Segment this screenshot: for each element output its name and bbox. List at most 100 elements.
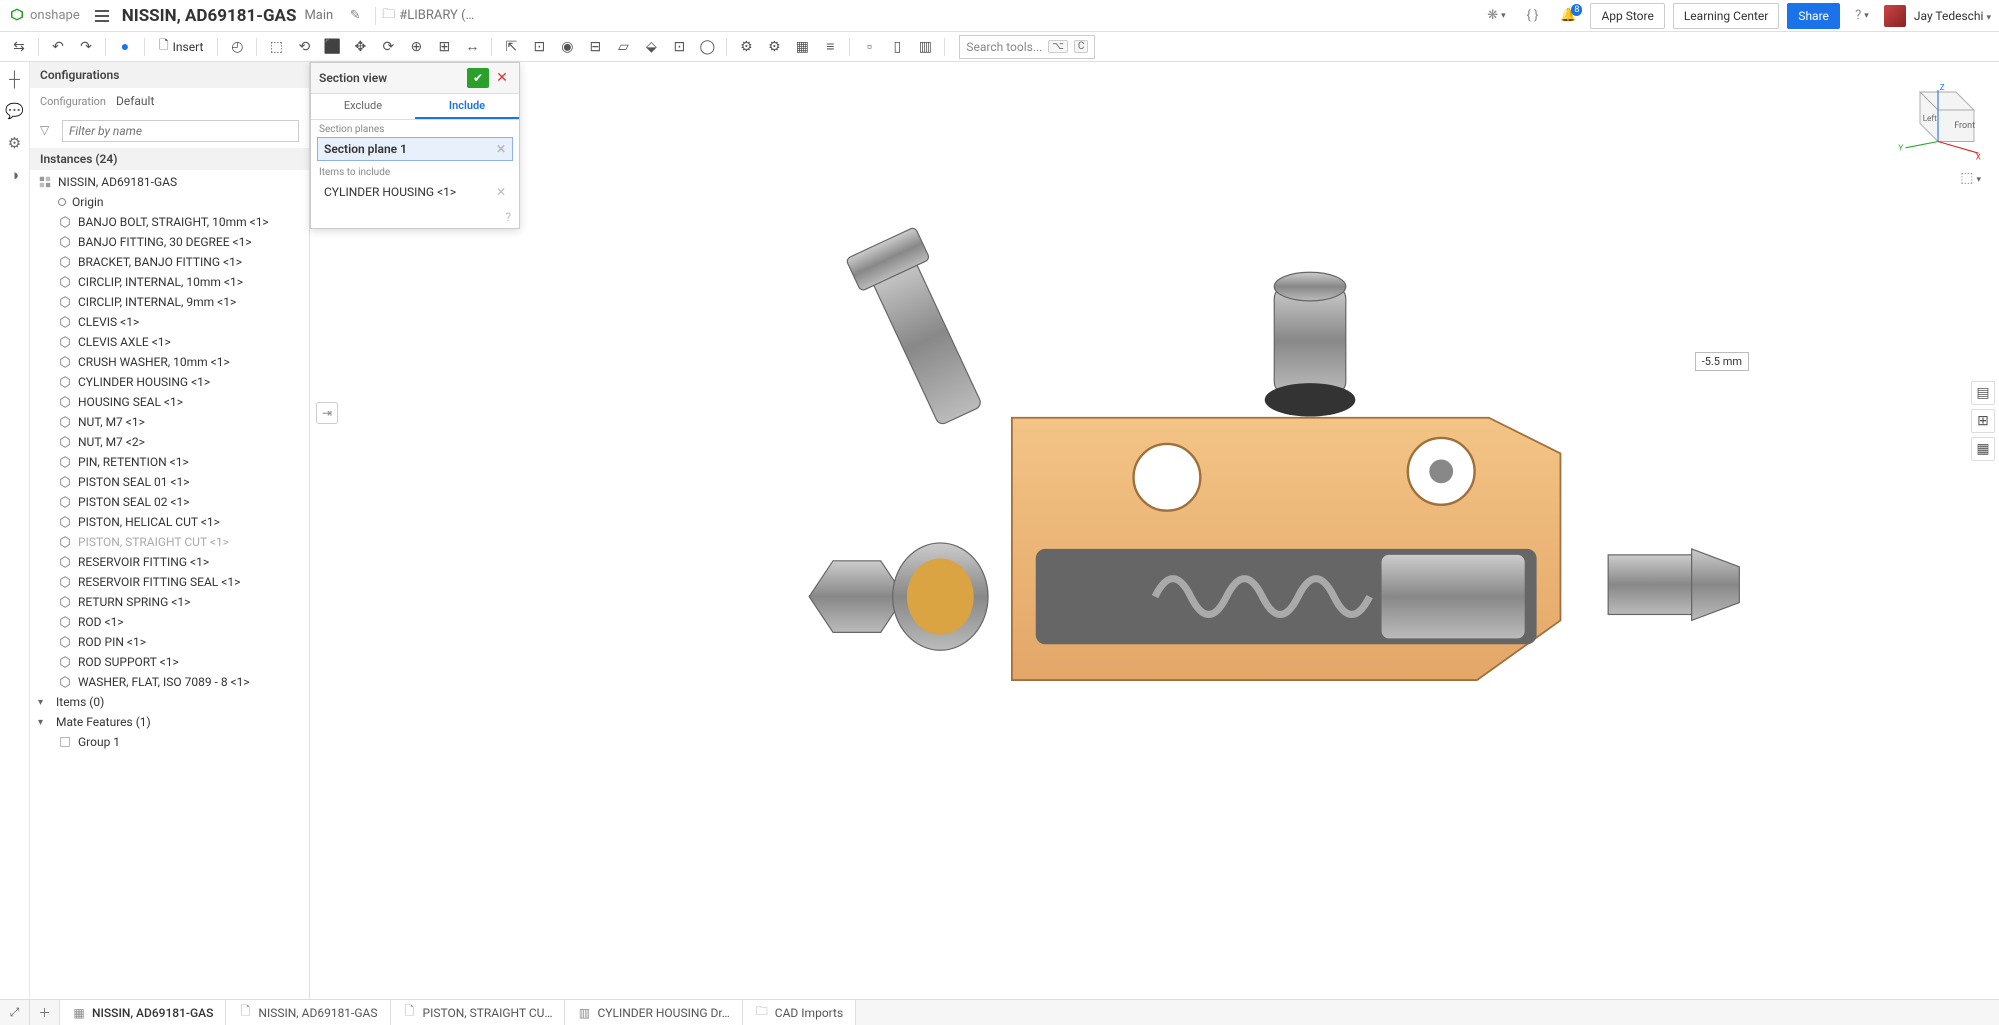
part-item[interactable]: NUT, M7 <1> [30,412,309,432]
orbit-icon[interactable]: ⟲ [291,34,317,60]
part-item[interactable]: CLEVIS AXLE <1> [30,332,309,352]
pin-slot-icon[interactable]: ⊡ [666,34,692,60]
close-button[interactable]: ✕ [493,68,511,88]
rotate-icon[interactable]: ⟳ [375,34,401,60]
expand-panel-icon[interactable]: ⇥ [316,402,338,424]
iso-view-icon[interactable]: ⬚ [1960,170,1981,186]
add-tab-icon[interactable]: ＋ [30,1000,60,1025]
move-icon[interactable]: ✥ [347,34,373,60]
logo[interactable]: onshape [8,7,80,25]
part-item[interactable]: ROD SUPPORT <1> [30,652,309,672]
part-item[interactable]: CIRCLIP, INTERNAL, 9mm <1> [30,292,309,312]
confirm-button[interactable]: ✔ [467,68,489,88]
fastened-icon[interactable]: ⊡ [526,34,552,60]
replicate-icon[interactable]: ≡ [817,34,843,60]
cube-icon[interactable]: ⬚ [263,34,289,60]
configuration-row[interactable]: Configuration Default [30,88,309,114]
bottom-tab[interactable]: ▥CYLINDER HOUSING Dr… [565,1000,742,1025]
measure-icon[interactable]: ↔ [459,34,485,60]
redo-icon[interactable]: ↷ [73,34,99,60]
undo-icon[interactable]: ↶ [45,34,71,60]
translate-icon[interactable]: ⊕ [403,34,429,60]
part-item[interactable]: PIN, RETENTION <1> [30,452,309,472]
origin-item[interactable]: Origin [30,192,309,212]
breadcrumb[interactable]: 🗀 #LIBRARY (… [382,5,474,27]
explode-icon[interactable]: ▫ [856,34,882,60]
remove-icon[interactable]: ✕ [496,142,506,156]
custom-features-icon[interactable]: ⚙ [4,132,26,154]
part-item[interactable]: CIRCLIP, INTERNAL, 10mm <1> [30,272,309,292]
ball-icon[interactable]: ◯ [694,34,720,60]
document-title[interactable]: NISSIN, AD69181-GAS [122,6,297,26]
exploded-views-icon[interactable]: ⊞ [1971,409,1995,433]
history-icon[interactable]: ◴ [224,34,250,60]
menu-icon[interactable] [90,4,114,28]
bottom-tab[interactable]: 🗋PISTON, STRAIGHT CU… [391,1000,566,1025]
add-config-icon[interactable]: ┼ [4,68,26,90]
branch-label[interactable]: Main [304,8,333,23]
dimension-label[interactable]: -5.5 mm [1695,352,1749,371]
part-item[interactable]: RESERVOIR FITTING SEAL <1> [30,572,309,592]
part-item[interactable]: ROD PIN <1> [30,632,309,652]
insert-button[interactable]: 🗋 Insert [151,34,211,60]
pack-icon[interactable]: ⬛ [319,34,345,60]
remove-icon[interactable]: ✕ [496,185,506,199]
bottom-tab[interactable]: ▦NISSIN, AD69181-GAS [60,1000,226,1025]
notifications-icon[interactable]: 🔔8 [1558,6,1578,26]
part-item[interactable]: WASHER, FLAT, ISO 7089 - 8 <1> [30,672,309,692]
tab-exclude[interactable]: Exclude [311,94,415,119]
part-item[interactable]: RESERVOIR FITTING <1> [30,552,309,572]
rename-icon[interactable]: ✎ [345,6,365,26]
bom-icon[interactable]: ▥ [912,34,938,60]
tab-include[interactable]: Include [415,94,519,119]
gear-icon[interactable]: ⚙ [733,34,759,60]
globe-icon[interactable]: ● [112,34,138,60]
popup-help-icon[interactable]: ? [311,206,519,228]
assembly-item[interactable]: NISSIN, AD69181-GAS [30,172,309,192]
part-item[interactable]: CYLINDER HOUSING <1> [30,372,309,392]
planar-icon[interactable]: ▱ [610,34,636,60]
revolute-icon[interactable]: ◉ [554,34,580,60]
avatar[interactable] [1884,5,1906,27]
model-view[interactable] [479,203,1830,859]
section-plane-field[interactable]: Section plane 1 ✕ [317,137,513,161]
help-icon[interactable]: ? [1852,6,1872,26]
part-item[interactable]: RETURN SPRING <1> [30,592,309,612]
comments-icon[interactable]: 💬 [4,100,26,122]
part-item[interactable]: CRUSH WASHER, 10mm <1> [30,352,309,372]
feature-list-icon[interactable]: ⇆ [6,34,32,60]
include-item-field[interactable]: CYLINDER HOUSING <1> ✕ [317,180,513,204]
part-item[interactable]: ROD <1> [30,612,309,632]
canvas[interactable]: -5.5 mm ⇥ Front Left Z X Y ⬚ ▤ ⊞ ▦ [310,62,1999,999]
part-item[interactable]: PISTON SEAL 01 <1> [30,472,309,492]
appearance-icon[interactable]: ◑ [4,164,26,186]
versions-icon[interactable]: { } [1522,6,1542,26]
bottom-tab[interactable]: 🗀CAD Imports [743,1000,856,1025]
slider-icon[interactable]: ⊟ [582,34,608,60]
apps-icon[interactable]: ❋ [1486,6,1506,26]
part-item[interactable]: NUT, M7 <2> [30,432,309,452]
snap-icon[interactable]: ⊞ [431,34,457,60]
part-item[interactable]: PISTON, HELICAL CUT <1> [30,512,309,532]
tab-manager-icon[interactable]: ⤢ [0,1000,30,1025]
part-item[interactable]: BANJO BOLT, STRAIGHT, 10mm <1> [30,212,309,232]
relation-icon[interactable]: ⚙ [761,34,787,60]
part-item[interactable]: BANJO FITTING, 30 DEGREE <1> [30,232,309,252]
mate-item[interactable]: Group 1 [30,732,309,752]
display-states-icon[interactable]: ▤ [1971,381,1995,405]
app-store-button[interactable]: App Store [1590,3,1664,29]
filter-icon[interactable]: ▽ [40,123,56,139]
bottom-tab[interactable]: 🗋NISSIN, AD69181-GAS [226,1000,390,1025]
mate-features-group[interactable]: ▾ Mate Features (1) [30,712,309,732]
part-item[interactable]: HOUSING SEAL <1> [30,392,309,412]
named-view-icon[interactable]: ▯ [884,34,910,60]
share-button[interactable]: Share [1787,3,1840,29]
items-group[interactable]: ▾ Items (0) [30,692,309,712]
search-tools[interactable]: Search tools... ⌥ C [959,35,1095,59]
filter-input[interactable] [62,120,299,142]
cylindrical-icon[interactable]: ⬙ [638,34,664,60]
part-item[interactable]: CLEVIS <1> [30,312,309,332]
named-positions-icon[interactable]: ▦ [1971,437,1995,461]
learning-center-button[interactable]: Learning Center [1673,3,1779,29]
mate-icon[interactable]: ⇱ [498,34,524,60]
